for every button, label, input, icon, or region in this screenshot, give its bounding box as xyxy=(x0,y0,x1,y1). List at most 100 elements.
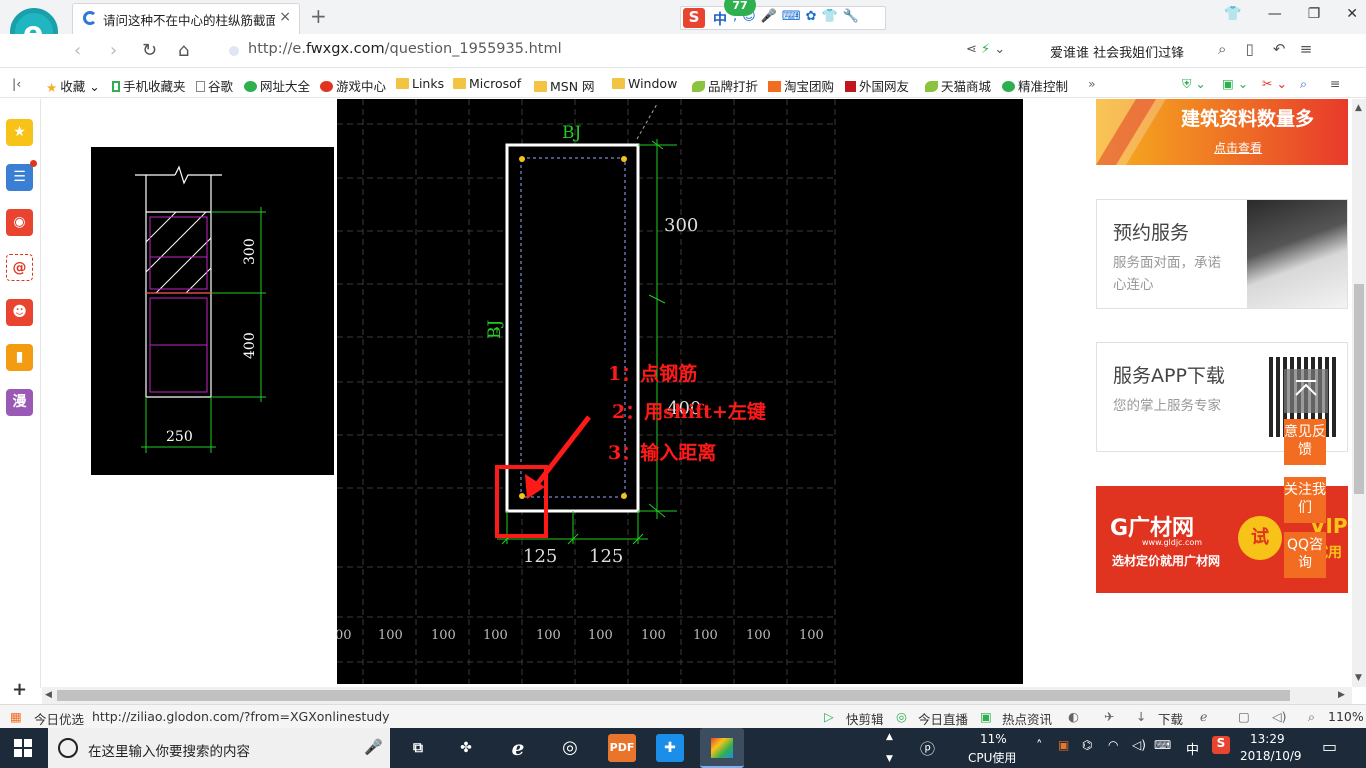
scrollbar-thumb[interactable] xyxy=(1354,284,1364,494)
wifi-icon[interactable]: ◠ xyxy=(1108,738,1118,752)
notifications-icon[interactable]: ▭ xyxy=(1322,737,1337,756)
tools-icon[interactable]: ◐ xyxy=(1068,709,1079,724)
sogou-logo-icon[interactable]: S xyxy=(683,8,705,28)
bookmark-item[interactable]: 游戏中心 xyxy=(320,76,386,95)
tab-close-icon[interactable]: × xyxy=(279,9,291,25)
feedback-button[interactable]: 意见反馈 xyxy=(1284,419,1326,465)
bookmark-item[interactable]: 天猫商城 xyxy=(925,76,991,95)
service-appointment-card[interactable]: 预约服务 服务面对面，承诺心连心 xyxy=(1096,199,1348,309)
book-icon[interactable]: ▮ xyxy=(6,344,33,371)
bookmark-item[interactable]: Microsof xyxy=(453,76,521,91)
mail-icon[interactable]: @ xyxy=(6,254,33,281)
sogou-tray-icon[interactable]: S xyxy=(1212,736,1230,754)
sidebar-toggle-icon[interactable]: |‹ xyxy=(12,76,21,91)
bookmark-item[interactable]: 外国网友 xyxy=(845,76,909,95)
windows-start-icon[interactable] xyxy=(14,739,32,757)
horizontal-scrollbar[interactable]: ◀ ▶ xyxy=(42,687,1352,704)
shield-icon[interactable]: ⛨ ⌄ xyxy=(1182,76,1206,92)
status-item[interactable]: 快剪辑 xyxy=(846,709,884,728)
scroll-left-icon[interactable]: ◀ xyxy=(45,690,52,700)
bookmark-item[interactable]: 精准控制 xyxy=(1002,76,1068,95)
comic-icon[interactable]: 漫 xyxy=(6,389,33,416)
menu-icon[interactable]: ≡ xyxy=(1330,76,1340,91)
scroll-right-icon[interactable]: ▶ xyxy=(1338,690,1345,700)
bookmark-item[interactable]: Window xyxy=(612,76,677,91)
pin-icon[interactable]: ✈ xyxy=(1104,709,1114,724)
volume-icon[interactable]: ◁) xyxy=(1272,709,1287,724)
bookmark-item[interactable]: 品牌打折 xyxy=(692,76,758,95)
people-icon[interactable]: ⓟ xyxy=(920,738,935,759)
share-icon[interactable]: ⋖ ⚡ ⌄ xyxy=(966,42,1005,57)
bookmark-item[interactable]: 谷歌 xyxy=(196,76,233,95)
tab-active[interactable]: 请问这种不在中心的柱纵筋截面 × xyxy=(72,3,300,34)
new-tab-button[interactable]: + xyxy=(310,4,327,28)
refresh-icon[interactable]: ↻ xyxy=(142,40,157,61)
ad-banner-materials[interactable]: 建筑资料数量多 点击查看 xyxy=(1096,99,1348,165)
bookmark-item[interactable]: ★ 收藏 ⌄ xyxy=(46,76,100,95)
network-icon[interactable]: ⌬ xyxy=(1082,738,1092,752)
qq-consult-button[interactable]: QQ咨询 xyxy=(1284,532,1326,578)
scrollbar-thumb[interactable] xyxy=(57,690,1290,701)
weibo-icon[interactable]: ◉ xyxy=(6,209,33,236)
add-icon[interactable]: + xyxy=(12,679,27,700)
clock-time[interactable]: 13:29 xyxy=(1250,732,1285,746)
status-left-label[interactable]: 今日优选 xyxy=(34,709,84,728)
clock-date[interactable]: 2018/10/9 xyxy=(1240,749,1302,763)
search-icon[interactable]: ⌕ xyxy=(1218,40,1226,58)
status-item[interactable]: 今日直播 xyxy=(918,709,968,728)
translate-icon[interactable]: ▣ ⌄ xyxy=(1222,76,1248,91)
vertical-scrollbar[interactable]: ▲ ▼ xyxy=(1352,99,1366,687)
phone-icon[interactable]: ▯ xyxy=(1245,40,1253,58)
menu-icon[interactable]: ≡ xyxy=(1300,40,1313,58)
undo-icon[interactable]: ↶ xyxy=(1273,40,1286,58)
follow-us-button[interactable]: 关注我们 xyxy=(1284,477,1326,523)
scroll-up-icon[interactable]: ▲ xyxy=(1355,103,1362,113)
bookmark-item[interactable]: MSN 网 xyxy=(534,76,595,95)
banner-link[interactable]: 点击查看 xyxy=(1214,139,1262,156)
feiq-app-icon[interactable]: ✚ xyxy=(656,734,684,762)
input-language[interactable]: 中 xyxy=(1186,739,1199,758)
skin-icon[interactable]: 👕 xyxy=(1224,6,1241,22)
site-info-icon[interactable] xyxy=(229,46,239,56)
close-button[interactable]: ✕ xyxy=(1346,6,1358,22)
cortana-icon[interactable] xyxy=(58,738,78,758)
swirl-app-icon[interactable]: ◎ xyxy=(556,734,584,762)
search-box[interactable]: 爱谁谁 社会我姐们过锋 xyxy=(1050,42,1184,61)
scroll-down-icon[interactable]: ▼ xyxy=(1355,673,1362,683)
zoom-icon[interactable]: ⌕ xyxy=(1308,709,1315,725)
tray-scroll-down-icon[interactable]: ▼ xyxy=(886,754,893,764)
restore-button[interactable]: ❐ xyxy=(1308,6,1321,22)
forward-icon[interactable]: › xyxy=(110,40,117,61)
browser-app-icon[interactable]: ℯ xyxy=(504,734,532,762)
ie-icon[interactable]: ℯ xyxy=(1200,709,1207,724)
game-icon[interactable]: ☻ xyxy=(6,299,33,326)
bookmark-item[interactable]: 网址大全 xyxy=(244,76,310,95)
star-icon[interactable]: ★ xyxy=(6,119,33,146)
keyboard-icon[interactable]: ⌨ xyxy=(1154,738,1171,752)
back-to-top-button[interactable] xyxy=(1284,369,1328,413)
bookmark-item[interactable]: 手机收藏夹 xyxy=(112,76,186,95)
gift-icon[interactable]: ▦ xyxy=(10,709,22,724)
ime-toolbar[interactable]: S 中 ,☺🎤⌨✿👕🔧 xyxy=(680,6,886,30)
task-view-icon[interactable]: ⧉ xyxy=(404,734,432,762)
minimize-button[interactable]: — xyxy=(1268,6,1282,22)
bookmark-item[interactable]: 淘宝团购 xyxy=(768,76,834,95)
status-item[interactable]: 下载 xyxy=(1158,709,1183,728)
paint-app-icon[interactable] xyxy=(700,728,744,768)
more-bookmarks-icon[interactable]: » xyxy=(1088,76,1096,91)
taskbar-search[interactable]: 在这里输入你要搜索的内容 🎤 xyxy=(48,728,390,768)
back-icon[interactable]: ‹ xyxy=(74,40,81,61)
tray-app-icon[interactable]: ▣ xyxy=(1058,738,1069,752)
home-icon[interactable]: ⌂ xyxy=(178,40,189,61)
tray-scroll-up-icon[interactable]: ▲ xyxy=(886,732,893,742)
url-field[interactable]: http://e.fwxgx.com/question_1955935.html xyxy=(248,41,562,57)
tray-expand-icon[interactable]: ˄ xyxy=(1036,739,1043,754)
speaker-icon[interactable]: ◁) xyxy=(1132,738,1146,752)
bookmark-item[interactable]: Links xyxy=(396,76,444,91)
microphone-icon[interactable]: 🎤 xyxy=(364,738,383,756)
zoom-level[interactable]: 110% xyxy=(1328,709,1364,724)
window-icon[interactable]: ▢ xyxy=(1238,709,1250,724)
status-item[interactable]: 热点资讯 xyxy=(1002,709,1052,728)
scissors-icon[interactable]: ✂ ⌄ xyxy=(1262,76,1287,91)
news-icon[interactable]: ☰ xyxy=(6,160,37,191)
